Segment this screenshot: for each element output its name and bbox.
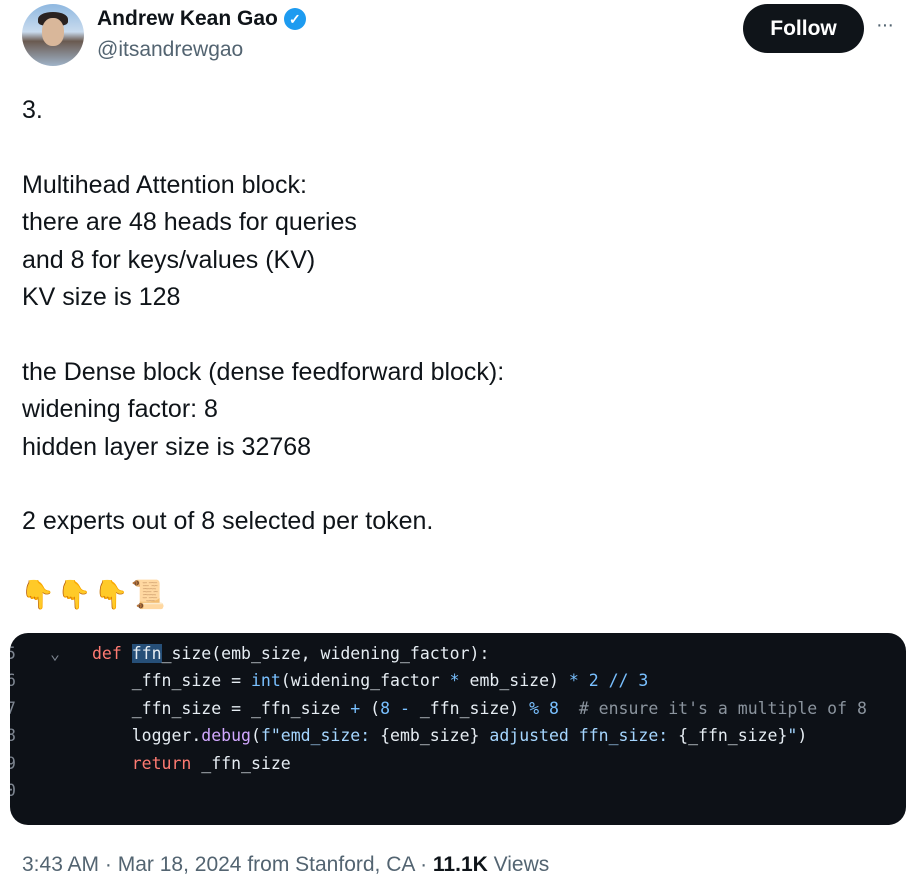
verified-badge-icon: ✓ bbox=[283, 8, 306, 30]
emoji-row: 👇👇👇📜 bbox=[20, 579, 168, 610]
code-token: " bbox=[787, 726, 798, 745]
code-line: return _ffn_size bbox=[92, 754, 291, 773]
avatar[interactable] bbox=[22, 4, 84, 66]
code-token: adjusted ffn_size: bbox=[479, 726, 679, 745]
code-line: def ffn_size(emb_size, widening_factor): bbox=[92, 643, 490, 663]
line-number: 6 bbox=[10, 671, 16, 690]
code-token: {_ffn_size} bbox=[678, 726, 788, 745]
code-token: * 2 // 3 bbox=[568, 671, 649, 690]
tweet-meta: 3:43 AM · Mar 18, 2024 from Stanford, CA… bbox=[22, 853, 550, 876]
code-token: def bbox=[92, 643, 132, 663]
code-token: _ffn_size) bbox=[409, 698, 530, 718]
code-token: emb_size) bbox=[459, 671, 569, 690]
code-token: int bbox=[250, 671, 281, 690]
code-token: + bbox=[350, 698, 361, 718]
code-token: 8 bbox=[380, 698, 391, 718]
views-label: Views bbox=[493, 853, 550, 876]
code-token: return bbox=[92, 753, 192, 773]
tweet-text: 3. Multihead Attention block: there are … bbox=[22, 96, 505, 536]
follow-button[interactable]: Follow bbox=[743, 4, 864, 53]
line-number: 5 bbox=[10, 643, 16, 663]
code-line: _ffn_size = int(widening_factor * emb_si… bbox=[92, 671, 649, 690]
code-token: ( bbox=[360, 698, 381, 718]
line-number: 0 bbox=[10, 781, 16, 800]
line-number: 9 bbox=[10, 753, 16, 773]
code-token: _ffn_size = _ffn_size bbox=[92, 698, 351, 718]
date[interactable]: Mar 18, 2024 bbox=[118, 853, 242, 876]
more-options-icon[interactable]: ··· bbox=[876, 14, 894, 37]
code-token: f"emd_size: bbox=[260, 726, 381, 745]
code-token: _ffn_size bbox=[191, 753, 291, 773]
fold-chevron-icon: ⌄ bbox=[50, 643, 60, 663]
code-screenshot-image[interactable]: 4 5 def ffn_size(emb_size, widening_factor… bbox=[10, 633, 906, 825]
line-number: 8 bbox=[10, 726, 16, 745]
code-token: ) bbox=[797, 726, 808, 745]
code-token: {emb_size} bbox=[380, 726, 480, 745]
views-count: 11.1K bbox=[432, 853, 488, 876]
author-handle[interactable]: @itsandrewgao bbox=[97, 38, 243, 62]
code-token: # ensure it's a multiple of 8 bbox=[578, 698, 867, 718]
code-token: ffn bbox=[131, 643, 162, 663]
line-number: 4 bbox=[10, 633, 26, 635]
code-token: _size(emb_size, widening_factor): bbox=[161, 643, 490, 663]
code-line: _ffn_size = _ffn_size + (8 - _ffn_size) … bbox=[92, 699, 867, 718]
author-name[interactable]: Andrew Kean Gao ✓ bbox=[97, 7, 306, 31]
code-token: debug bbox=[201, 726, 251, 745]
code-token: ( bbox=[250, 726, 261, 745]
code-token: (widening_factor bbox=[280, 671, 450, 690]
code-token: _ffn_size = bbox=[92, 671, 251, 690]
code-token: * bbox=[449, 671, 460, 690]
code-token: % 8 bbox=[529, 698, 559, 718]
code-line: logger.debug(f"emd_size: {emb_size} adju… bbox=[92, 726, 808, 745]
code-token: logger. bbox=[92, 726, 202, 745]
timestamp[interactable]: 3:43 AM bbox=[22, 853, 99, 876]
location: from Stanford, CA bbox=[247, 853, 415, 876]
code-token: - bbox=[399, 698, 410, 718]
line-number: 7 bbox=[10, 698, 16, 718]
